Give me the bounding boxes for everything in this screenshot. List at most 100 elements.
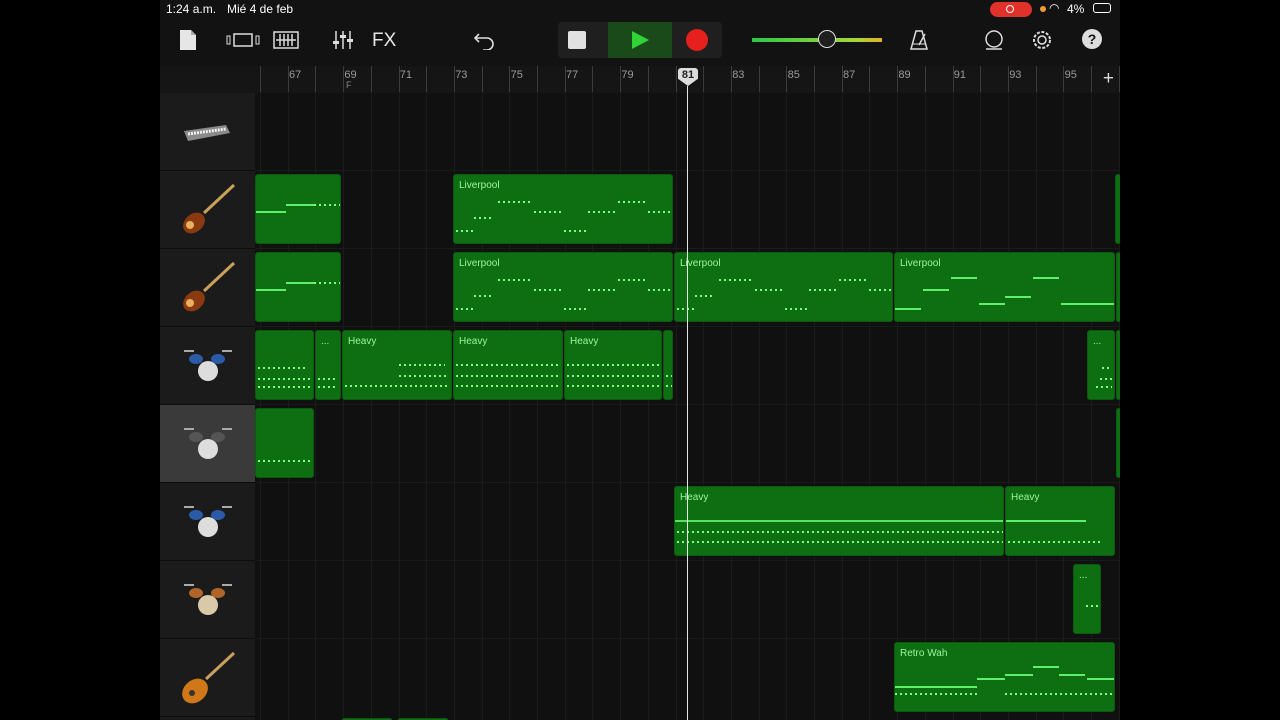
drum-kit-icon — [184, 506, 232, 537]
track-header-bass-1[interactable] — [160, 171, 255, 249]
stop-button[interactable] — [568, 31, 586, 49]
region-bass-1-end[interactable] — [1115, 174, 1120, 244]
region-drums-1-d[interactable]: ... — [1087, 330, 1115, 400]
grid-line — [426, 93, 428, 720]
region-bass-2-end[interactable] — [1116, 252, 1120, 322]
ruler-tick — [841, 66, 843, 92]
track-header-drums-3[interactable] — [160, 483, 255, 561]
region-liverpool-2[interactable]: Liverpool — [453, 252, 673, 322]
track-header-drums-2[interactable] — [160, 405, 255, 483]
region-bass-1-a[interactable] — [255, 174, 341, 244]
region-drums-2-a[interactable] — [255, 408, 314, 478]
region-heavy-2[interactable]: Heavy — [453, 330, 563, 400]
track-header-guitar[interactable] — [160, 639, 255, 717]
status-bar: 1:24 a.m. Mié 4 de feb ◠ 4% — [160, 0, 1120, 18]
ruler-tick — [952, 66, 954, 92]
drum-kit-icon — [184, 584, 232, 615]
playhead-bar-number: 81 — [681, 69, 695, 81]
grid-line — [924, 93, 926, 720]
grid-line — [675, 93, 677, 720]
bass-guitar-icon — [183, 261, 236, 312]
ruler-tick — [592, 66, 594, 92]
ruler-tick — [370, 66, 372, 92]
ruler-tick — [426, 66, 428, 92]
region-label: Heavy — [459, 336, 488, 347]
ruler-tick — [647, 66, 649, 92]
grid-line — [980, 93, 982, 720]
region-drums-4-a[interactable]: ... — [1073, 564, 1101, 634]
region-liverpool-1[interactable]: Liverpool — [453, 174, 673, 244]
tracks-view-icon — [273, 31, 299, 49]
metronome-button[interactable] — [908, 24, 930, 56]
instrument-view-icon — [226, 33, 260, 47]
region-retro-wah[interactable]: Retro Wah — [894, 642, 1115, 712]
track-header-keyboard[interactable] — [160, 93, 255, 171]
region-label: Heavy — [1011, 492, 1040, 503]
mixer-button[interactable] — [330, 24, 356, 56]
garageband-window: 1:24 a.m. Mié 4 de feb ◠ 4% FX ? F + 67 … — [160, 0, 1120, 720]
grid-line — [952, 93, 954, 720]
play-button[interactable] — [608, 22, 672, 58]
my-songs-button[interactable] — [178, 24, 198, 56]
ruler-tick — [1063, 66, 1065, 92]
region-heavy-3[interactable]: Heavy — [564, 330, 662, 400]
loop-browser-button[interactable] — [982, 24, 1006, 56]
toolbar: FX ? — [160, 18, 1120, 66]
grid-line — [814, 93, 815, 720]
ruler-tick — [343, 66, 345, 92]
section-marker: F — [346, 80, 352, 90]
region-label: Heavy — [680, 492, 709, 503]
track-header-bass-2[interactable] — [160, 249, 255, 327]
undo-button[interactable] — [472, 24, 496, 56]
ruler-tick — [481, 66, 483, 92]
grid-line — [1035, 93, 1037, 720]
ruler-tick — [453, 66, 455, 92]
bar-number: 77 — [566, 69, 579, 81]
region-drums-1-end[interactable] — [1116, 330, 1120, 400]
bass-guitar-icon — [183, 183, 236, 234]
bar-number: 95 — [1064, 69, 1077, 81]
region-heavy-4[interactable]: Heavy — [674, 486, 1004, 556]
bar-number: 73 — [455, 69, 468, 81]
track-headers — [160, 93, 255, 720]
track-header-drums-1[interactable] — [160, 327, 255, 405]
ruler-tick — [730, 66, 732, 92]
bar-number: 89 — [898, 69, 911, 81]
view-toggle-button[interactable] — [226, 24, 262, 56]
grid-line — [343, 93, 345, 720]
ruler-tick — [287, 66, 289, 92]
region-bass-2-a[interactable] — [255, 252, 341, 322]
bar-number: 79 — [621, 69, 634, 81]
gear-icon — [1033, 31, 1051, 49]
ruler-tick — [897, 66, 899, 92]
region-drums-1-b[interactable]: ... — [315, 330, 341, 400]
bar-number: 69 — [344, 69, 357, 81]
help-button[interactable]: ? — [1082, 29, 1102, 49]
track-header-drums-4[interactable] — [160, 561, 255, 639]
bar-number: 83 — [732, 69, 745, 81]
record-button[interactable] — [686, 29, 708, 51]
settings-button[interactable] — [1030, 24, 1054, 56]
grid-line — [1063, 93, 1065, 720]
grid-line — [1007, 93, 1009, 720]
region-label: Retro Wah — [900, 648, 948, 659]
region-liverpool-3[interactable]: Liverpool — [674, 252, 893, 322]
electric-guitar-icon — [182, 651, 236, 704]
fx-button[interactable]: FX — [372, 30, 396, 52]
tracks-view-button[interactable] — [272, 24, 300, 56]
volume-knob[interactable] — [818, 30, 836, 48]
drum-kit-icon — [184, 428, 232, 459]
region-drums-1-a[interactable] — [255, 330, 314, 400]
add-section-button[interactable]: + — [1103, 68, 1114, 90]
ruler-tick — [1035, 66, 1037, 92]
bar-number: 87 — [843, 69, 856, 81]
grid-line — [897, 93, 899, 720]
region-heavy-5[interactable]: Heavy — [1005, 486, 1115, 556]
region-drums-2-end[interactable] — [1116, 408, 1120, 478]
master-volume-slider[interactable] — [752, 30, 882, 48]
region-heavy-1[interactable]: Heavy — [342, 330, 452, 400]
document-icon — [180, 30, 196, 50]
region-liverpool-4[interactable]: Liverpool — [894, 252, 1115, 322]
region-drums-1-c[interactable] — [663, 330, 673, 400]
metronome-icon — [910, 30, 928, 50]
